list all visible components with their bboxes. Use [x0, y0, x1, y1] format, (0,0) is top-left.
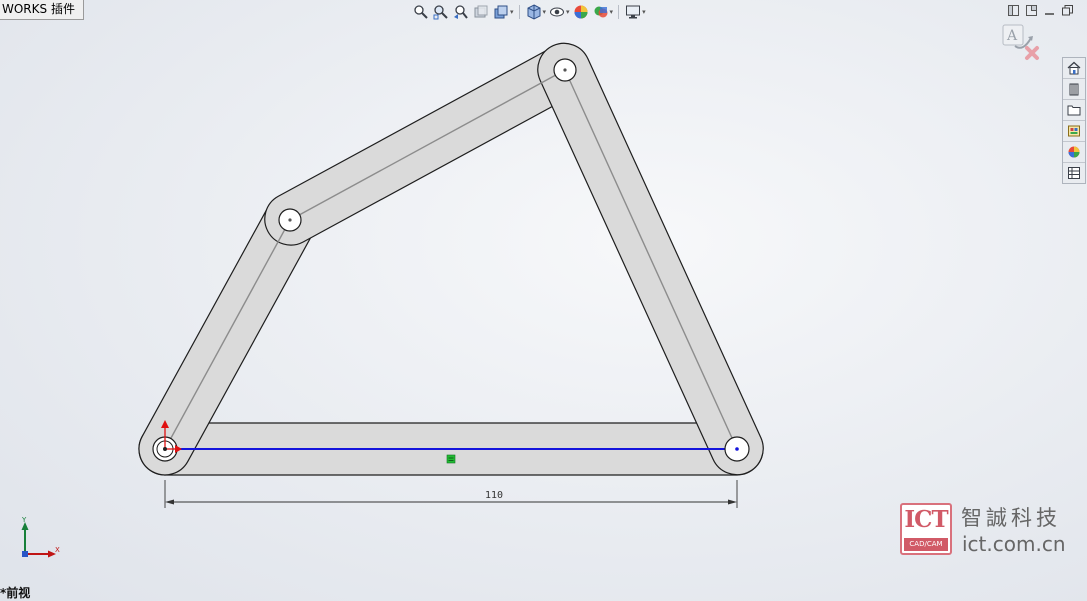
dropdown-arrow-icon[interactable]: ▾: [610, 8, 614, 16]
company-url: ict.com.cn: [962, 532, 1066, 556]
view-palette-icon[interactable]: [1063, 121, 1085, 142]
centerline-top: [289, 69, 566, 221]
triad-x-label: X: [55, 546, 60, 554]
toolbar-separator: [518, 5, 520, 19]
sketch-point[interactable]: [735, 447, 739, 451]
logo-subtext: CAD/CAM: [904, 538, 948, 551]
zoom-to-fit-icon[interactable]: [412, 3, 430, 21]
rebuild-sketch-icon[interactable]: A: [1002, 24, 1033, 49]
file-explorer-icon[interactable]: [1063, 100, 1085, 121]
window-controls: [1007, 4, 1073, 16]
apply-scene-icon[interactable]: [592, 3, 610, 21]
heads-up-view-toolbar: ▾ ▾ ▾ ▾ ▾: [412, 2, 646, 22]
logo-text: ICT: [904, 506, 948, 533]
centerline-left: [164, 219, 291, 450]
sketch-point[interactable]: [563, 68, 567, 72]
view-orientation-icon[interactable]: [525, 3, 543, 21]
zoom-to-area-icon[interactable]: [432, 3, 450, 21]
dynamic-annotation-icon[interactable]: [492, 3, 510, 21]
design-library-icon[interactable]: [1063, 79, 1085, 100]
svg-text:A: A: [1006, 28, 1018, 44]
dimension-110[interactable]: 110: [164, 480, 738, 508]
display-style-icon[interactable]: [548, 3, 566, 21]
section-view-icon[interactable]: [472, 3, 490, 21]
tile-window-icon[interactable]: [1007, 4, 1019, 16]
confirmation-corner: A: [1002, 24, 1039, 60]
dropdown-arrow-icon[interactable]: ▾: [642, 8, 646, 16]
appearances-icon[interactable]: [1063, 142, 1085, 163]
previous-view-icon[interactable]: [452, 3, 470, 21]
addins-tab[interactable]: WORKS 插件: [0, 0, 84, 20]
task-pane-tabs: [1062, 57, 1086, 184]
edit-appearance-icon[interactable]: [572, 3, 590, 21]
dropdown-arrow-icon[interactable]: ▾: [543, 8, 547, 16]
minimize-icon[interactable]: [1043, 4, 1055, 16]
view-settings-icon[interactable]: [624, 3, 642, 21]
sketch-point[interactable]: [288, 218, 292, 222]
view-orientation-label: *前视: [0, 586, 31, 600]
reference-triad: Y X: [21, 516, 60, 558]
dropdown-arrow-icon[interactable]: ▾: [510, 8, 514, 16]
home-icon[interactable]: [1063, 58, 1085, 79]
horizontal-relation-icon[interactable]: [446, 454, 456, 464]
close-sketch-icon[interactable]: [1025, 46, 1039, 60]
custom-properties-icon[interactable]: [1063, 163, 1085, 183]
dropdown-arrow-icon[interactable]: ▾: [566, 8, 570, 16]
company-name: 智誠科技: [961, 506, 1061, 530]
ict-logo: ICT CAD/CAM: [900, 503, 952, 555]
tile-window-icon[interactable]: [1025, 4, 1037, 16]
toolbar-separator: [618, 5, 620, 19]
triad-y-label: Y: [21, 516, 27, 524]
centerline-right: [564, 69, 738, 450]
dimension-text[interactable]: 110: [485, 490, 503, 501]
restore-icon[interactable]: [1061, 4, 1073, 16]
watermark: ICT CAD/CAM 智誠科技 ict.com.cn: [900, 502, 1080, 558]
